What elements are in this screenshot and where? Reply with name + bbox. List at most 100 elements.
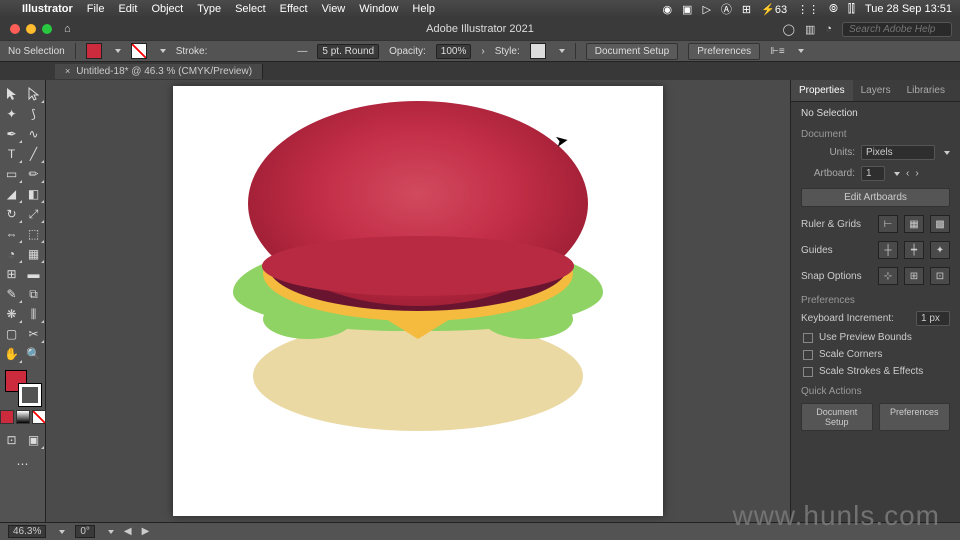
free-transform-tool[interactable]: ⬚ — [23, 224, 45, 244]
mesh-tool[interactable]: ⊞ — [1, 264, 23, 284]
tab-properties[interactable]: Properties — [791, 80, 853, 101]
slice-tool[interactable]: ✂ — [23, 324, 45, 344]
document-setup-button[interactable]: Document Setup — [586, 43, 679, 60]
artboard[interactable]: ➤ — [173, 86, 663, 516]
control-center-icon[interactable]: ⫿⫿ — [848, 3, 855, 16]
document-tab[interactable]: × Untitled-18* @ 46.3 % (CMYK/Preview) — [55, 64, 263, 79]
menu-file[interactable]: File — [87, 3, 105, 15]
menu-select[interactable]: Select — [235, 3, 266, 15]
qa-document-setup-button[interactable]: Document Setup — [801, 403, 873, 431]
menu-object[interactable]: Object — [151, 3, 183, 15]
align-icon[interactable]: ⊩≡ — [770, 46, 785, 57]
rotate-field[interactable]: 0° — [75, 525, 95, 538]
selection-tool[interactable] — [1, 84, 23, 104]
eyedropper-tool[interactable]: ✎ — [1, 284, 23, 304]
color-mode-none[interactable] — [32, 410, 46, 424]
type-tool[interactable]: T — [1, 144, 23, 164]
wifi-icon[interactable]: ⋮⋮ — [797, 3, 819, 16]
smart-guides-icon[interactable]: ✦ — [930, 241, 950, 259]
artboard-tool[interactable]: ▢ — [1, 324, 23, 344]
shape-builder-tool[interactable]: ◔ — [1, 244, 23, 264]
fill-swatch[interactable] — [86, 43, 102, 59]
cc-icon[interactable]: ⊞ — [742, 3, 751, 16]
nav-prev-icon[interactable]: ◀ — [124, 526, 132, 537]
screen-mode[interactable]: ▣ — [23, 430, 45, 450]
color-mode-gradient[interactable] — [16, 410, 30, 424]
home-icon[interactable]: ⌂ — [64, 23, 71, 35]
hand-tool[interactable]: ✋ — [1, 344, 23, 364]
maximize-icon[interactable] — [42, 24, 52, 34]
burger-illustration[interactable] — [228, 179, 608, 441]
width-tool[interactable]: ⇔ — [1, 224, 23, 244]
graph-tool[interactable]: ⫼ — [23, 304, 45, 324]
snap-pixel-icon[interactable]: ⊡ — [930, 267, 950, 285]
menu-type[interactable]: Type — [197, 3, 221, 15]
menu-edit[interactable]: Edit — [118, 3, 137, 15]
qa-preferences-button[interactable]: Preferences — [879, 403, 951, 431]
lasso-tool[interactable]: ⟆ — [23, 104, 45, 124]
bell-icon[interactable]: ◔ — [825, 23, 832, 35]
prev-artboard-icon[interactable]: ‹ — [906, 168, 909, 179]
bun-top-shape[interactable] — [248, 101, 588, 306]
perspective-tool[interactable]: ▦ — [23, 244, 45, 264]
screen-icon[interactable]: ▣ — [682, 3, 692, 16]
color-mode-solid[interactable] — [0, 410, 14, 424]
stroke-swatch[interactable] — [131, 43, 147, 59]
draw-mode[interactable]: ⊡ — [1, 430, 23, 450]
app-name[interactable]: Illustrator — [22, 3, 73, 15]
units-field[interactable]: Pixels — [861, 145, 935, 160]
gradient-tool[interactable]: ▬ — [23, 264, 45, 284]
magic-wand-tool[interactable]: ✦ — [1, 104, 23, 124]
edit-toolbar[interactable]: ⋯ — [12, 454, 34, 474]
play-icon[interactable]: ▷ — [702, 3, 710, 16]
menu-help[interactable]: Help — [412, 3, 435, 15]
lock-guides-icon[interactable]: ┿ — [904, 241, 924, 259]
blend-tool[interactable]: ⧉ — [23, 284, 45, 304]
kb-increment-field[interactable]: 1 px — [916, 311, 950, 326]
grid-icon[interactable]: ▦ — [904, 215, 924, 233]
pen-tool[interactable]: ✒ — [1, 124, 23, 144]
preferences-button[interactable]: Preferences — [688, 43, 760, 60]
menu-effect[interactable]: Effect — [280, 3, 308, 15]
scale-tool[interactable]: ⤢ — [23, 204, 45, 224]
battery-icon[interactable]: ⚡63 — [761, 3, 787, 16]
rectangle-tool[interactable]: ▭ — [1, 164, 23, 184]
tab-libraries[interactable]: Libraries — [899, 80, 953, 101]
clock[interactable]: Tue 28 Sep 13:51 — [865, 3, 952, 15]
menu-view[interactable]: View — [322, 3, 346, 15]
fill-stroke-control[interactable] — [5, 370, 41, 406]
arrange-icon[interactable]: ▥ — [805, 23, 815, 36]
show-guides-icon[interactable]: ┼ — [878, 241, 898, 259]
a-icon[interactable]: Ⓐ — [721, 1, 732, 17]
next-artboard-icon[interactable]: › — [915, 168, 918, 179]
canvas-area[interactable]: ➤ — [46, 80, 790, 522]
scale-corners-checkbox[interactable] — [803, 350, 813, 360]
search-icon[interactable]: ⦾ — [829, 3, 838, 16]
nav-next-icon[interactable]: ▶ — [142, 526, 150, 537]
paintbrush-tool[interactable]: ✏ — [23, 164, 45, 184]
stroke-line-icon[interactable]: — — [297, 46, 307, 57]
close-icon[interactable] — [10, 24, 20, 34]
symbol-sprayer-tool[interactable]: ❋ — [1, 304, 23, 324]
use-preview-checkbox[interactable] — [803, 333, 813, 343]
transparency-grid-icon[interactable]: ▩ — [930, 215, 950, 233]
style-swatch[interactable] — [530, 43, 546, 59]
close-tab-icon[interactable]: × — [65, 66, 70, 76]
menu-window[interactable]: Window — [359, 3, 398, 15]
shaper-tool[interactable]: ◢ — [1, 184, 23, 204]
snap-grid-icon[interactable]: ⊞ — [904, 267, 924, 285]
user-icon[interactable]: ◯ — [783, 23, 795, 36]
zoom-tool[interactable]: 🔍 — [23, 344, 45, 364]
rotate-tool[interactable]: ↻ — [1, 204, 23, 224]
record-icon[interactable]: ◉ — [662, 3, 672, 16]
stroke-color-icon[interactable] — [19, 384, 41, 406]
tab-layers[interactable]: Layers — [853, 80, 899, 101]
edit-artboards-button[interactable]: Edit Artboards — [801, 188, 950, 207]
curvature-tool[interactable]: ∿ — [23, 124, 45, 144]
opacity-field[interactable]: 100% — [436, 44, 472, 59]
stroke-weight-field[interactable]: 5 pt. Round — [317, 44, 379, 59]
direct-selection-tool[interactable] — [23, 84, 45, 104]
snap-point-icon[interactable]: ⊹ — [878, 267, 898, 285]
scale-strokes-checkbox[interactable] — [803, 367, 813, 377]
eraser-tool[interactable]: ◧ — [23, 184, 45, 204]
